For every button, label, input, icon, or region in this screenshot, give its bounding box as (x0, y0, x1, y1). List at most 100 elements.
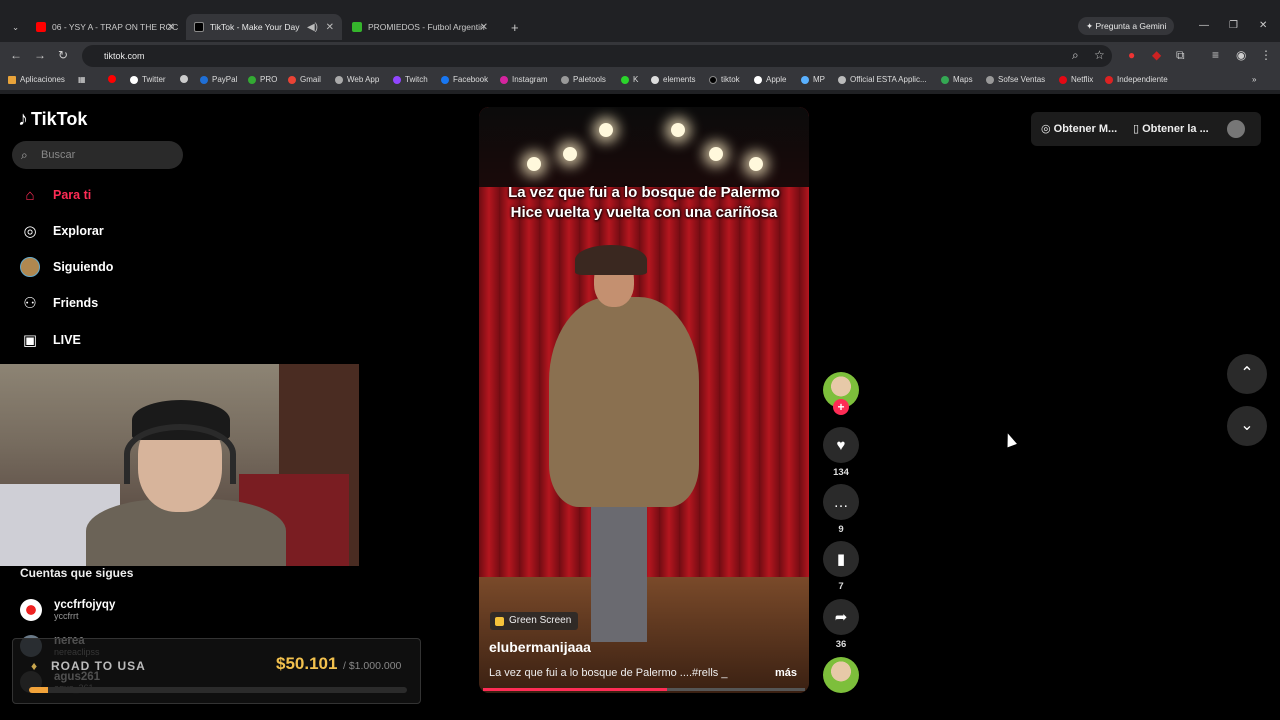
video-author[interactable]: elubermanijaaa (489, 639, 591, 655)
badge-label: Green Screen (509, 615, 572, 626)
bookmark-webapp[interactable]: Web App (335, 75, 379, 84)
back-icon[interactable]: ← (10, 48, 22, 62)
media-control-icon[interactable]: ≡ (1212, 48, 1219, 62)
bookmarks-overflow-icon[interactable]: » (1252, 75, 1256, 84)
close-tab-icon[interactable]: ✕ (167, 22, 175, 33)
nav-para-ti[interactable]: ⌂ Para ti (20, 183, 91, 207)
menu-icon[interactable]: ⋮ (1260, 48, 1272, 62)
bookmark-blank[interactable] (180, 75, 192, 83)
close-window-icon[interactable]: ✕ (1259, 20, 1267, 31)
bookmark-instagram[interactable]: Instagram (500, 75, 548, 84)
music-disc-avatar[interactable] (823, 657, 859, 693)
nav-live[interactable]: ▣ LIVE (20, 328, 81, 352)
bookmark-star-icon[interactable]: ☆ (1094, 48, 1105, 62)
tiktok-logo[interactable]: ♪ TikTok (18, 108, 87, 131)
bookmark-maps[interactable]: Maps (941, 75, 973, 84)
get-device-button[interactable]: ▯ Obtener la ... (1133, 122, 1209, 135)
bookmark-paletools[interactable]: Paletools (561, 75, 606, 84)
nav-siguiendo[interactable]: Siguiendo (20, 255, 113, 279)
address-bar[interactable]: tiktok.com (82, 45, 1112, 67)
share-count: 36 (835, 639, 847, 650)
extension-icon[interactable]: ◆ (1152, 48, 1161, 62)
tab-youtube[interactable]: 06 - YSY A - TRAP ON THE ROC ✕ (28, 14, 183, 40)
stream-goal-overlay: ♦ ROAD TO USA $50.101 / $1.000.000 (12, 638, 421, 704)
bookmark-paypal[interactable]: PayPal (200, 75, 237, 84)
bookmark-independiente[interactable]: Independiente (1105, 75, 1168, 84)
friends-icon: ⚇ (23, 295, 37, 312)
reload-icon[interactable]: ↻ (58, 48, 68, 62)
chevron-up-icon: ⌃ (1240, 365, 1254, 382)
nav-label: Para ti (53, 188, 92, 202)
get-app-button[interactable]: ◎ Obtener M... (1041, 122, 1117, 135)
bookmark-youtube[interactable] (108, 75, 120, 83)
bookmark-gmail[interactable]: Gmail (288, 75, 321, 84)
spotlight-shape (709, 147, 723, 161)
search-input[interactable]: ⌕ Buscar (12, 141, 183, 169)
video-performer (575, 245, 647, 275)
bookmark-twitter[interactable]: Twitter (130, 75, 166, 84)
minimize-icon[interactable]: — (1199, 20, 1209, 31)
bookmark-elements[interactable]: elements (651, 75, 695, 84)
green-screen-badge[interactable]: Green Screen (490, 612, 579, 630)
save-button[interactable]: ▮ (823, 541, 859, 577)
tab-promiedos[interactable]: PROMIEDOS - Futbol Argentin ✕ (344, 14, 496, 40)
bookmark-twitch[interactable]: Twitch (393, 75, 428, 84)
gemini-button[interactable]: ✦ Pregunta a Gemini (1078, 17, 1175, 35)
bookmark-esta[interactable]: Official ESTA Applic... (838, 75, 927, 84)
follow-plus-icon[interactable]: + (833, 399, 849, 415)
bookmark-k[interactable]: K (621, 75, 638, 84)
comment-button[interactable]: … (823, 484, 859, 520)
spotlight-shape (599, 123, 613, 137)
new-tab-button[interactable]: + (503, 14, 527, 40)
webcam-overlay (0, 364, 359, 566)
heart-icon: ♥ (836, 436, 846, 454)
youtube-icon (36, 22, 46, 32)
comment-icon: … (833, 493, 849, 511)
maximize-icon[interactable]: ❐ (1229, 20, 1238, 31)
bookmark-grid[interactable]: ▦ (78, 75, 86, 84)
toolbar: ← → ↻ tiktok.com ⌕ ☆ ● ◆ ⧉ ≡ ◉ ⋮ (0, 42, 1280, 70)
nav-explorar[interactable]: ◎ Explorar (20, 219, 103, 243)
chevron-down-icon: ⌄ (1240, 417, 1254, 434)
profile-avatar-icon[interactable]: ◉ (1236, 48, 1246, 62)
close-tab-icon[interactable]: ✕ (326, 22, 334, 33)
url-text: tiktok.com (104, 51, 145, 61)
top-right-actions: ◎ Obtener M... ▯ Obtener la ... (1031, 112, 1261, 146)
video-spotlights (479, 107, 809, 187)
tab-title: PROMIEDOS - Futbol Argentin (368, 22, 485, 32)
extensions-puzzle-icon[interactable]: ⧉ (1176, 48, 1185, 63)
promiedos-icon (352, 22, 362, 32)
video-player[interactable]: La vez que fui a lo bosque de Palermo Hi… (479, 107, 809, 693)
spotlight-shape (563, 147, 577, 161)
comment-count: 9 (838, 524, 844, 535)
bookmark-aplicaciones[interactable]: Aplicaciones (8, 75, 65, 84)
get-device-label: Obtener la ... (1142, 123, 1209, 135)
zoom-icon[interactable]: ⌕ (1072, 48, 1079, 63)
like-button[interactable]: ♥ (823, 427, 859, 463)
bookmark-tiktok[interactable]: tiktok (709, 75, 740, 84)
goal-progress-bar (29, 687, 407, 693)
logo-text: TikTok (31, 109, 88, 129)
tab-search-button[interactable]: ⌄ (4, 14, 24, 40)
share-button[interactable]: ➦ (823, 599, 859, 635)
video-performer (591, 502, 647, 642)
speaker-icon[interactable]: ◀) (307, 22, 318, 33)
bookmark-apple[interactable]: Apple (754, 75, 786, 84)
forward-icon[interactable]: → (34, 48, 46, 62)
tab-tiktok[interactable]: TikTok - Make Your Day ◀) ✕ (186, 14, 342, 40)
nav-friends[interactable]: ⚇ Friends (20, 291, 98, 315)
following-account[interactable]: yccfrfojyqy yccfrrt (20, 596, 115, 624)
bookmark-pro[interactable]: PRO (248, 75, 277, 84)
home-icon: ⌂ (25, 186, 35, 204)
more-button[interactable]: más (775, 667, 797, 679)
bookmark-mp[interactable]: MP (801, 75, 825, 84)
video-progress-bar[interactable] (483, 688, 805, 691)
user-avatar[interactable] (1227, 120, 1245, 138)
bookmark-netflix[interactable]: Netflix (1059, 75, 1093, 84)
close-tab-icon[interactable]: ✕ (480, 22, 488, 33)
bookmark-sofse[interactable]: Sofse Ventas (986, 75, 1045, 84)
next-video-button[interactable]: ⌄ (1227, 406, 1267, 446)
extension-icon[interactable]: ● (1128, 48, 1135, 62)
previous-video-button[interactable]: ⌃ (1227, 354, 1267, 394)
bookmark-facebook[interactable]: Facebook (441, 75, 488, 84)
